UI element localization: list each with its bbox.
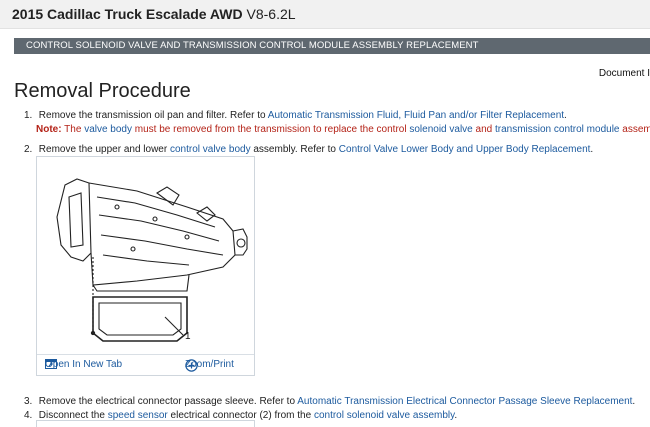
note-text: The	[64, 124, 82, 135]
step-number: 4.	[24, 410, 33, 421]
step-end: .	[590, 144, 594, 155]
vehicle-name: 2015 Cadillac Truck Escalade AWD	[12, 6, 243, 22]
section-heading: Removal Procedure	[14, 80, 191, 102]
bolt	[130, 246, 136, 252]
solenoid-valve-assembly-link[interactable]: control solenoid valve assembly	[314, 410, 454, 421]
step-end: .	[564, 110, 567, 121]
bolt	[114, 204, 120, 210]
zoom-print-button[interactable]: Zoom/Print	[185, 359, 234, 372]
step-2: 2. Remove the upper and lower control va…	[24, 144, 593, 156]
transmission-figure: 1 Open In New Tab Zoom/Print	[36, 156, 255, 376]
connector-sleeve-link[interactable]: Automatic Transmission Electrical Connec…	[297, 396, 632, 407]
case-boss	[196, 206, 216, 222]
document-header: 2015 Cadillac Truck Escalade AWD V8-6.2L	[0, 0, 650, 29]
control-valve-replacement-link[interactable]: Control Valve Lower Body and Upper Body …	[339, 144, 591, 155]
fluid-pan-filter-link[interactable]: Automatic Transmission Fluid, Fluid Pan …	[268, 110, 564, 121]
step-3: 3. Remove the electrical connector passa…	[24, 396, 635, 408]
callout-leader	[164, 316, 184, 336]
step-number: 2.	[24, 144, 33, 155]
case-ridge-4	[102, 254, 190, 266]
solenoid-valve-link[interactable]: solenoid valve	[409, 124, 472, 135]
procedure-title: CONTROL SOLENOID VALVE AND TRANSMISSION …	[26, 40, 479, 51]
output-shaft	[236, 238, 246, 248]
step-text: Remove the electrical connector passage …	[38, 396, 296, 407]
note-text: assembly.	[622, 124, 650, 135]
open-new-tab-button[interactable]: Open In New Tab	[45, 359, 122, 370]
step-number: 3.	[24, 396, 33, 407]
note-label: Note:	[36, 124, 62, 135]
bolt	[152, 216, 158, 222]
note-text: must be removed from the transmission to…	[134, 124, 407, 135]
case-ridge-1	[96, 196, 216, 228]
step-text: Remove the transmission oil pan and filt…	[38, 110, 266, 121]
bell-housing-shape	[56, 178, 92, 262]
document-id-label: Document I	[598, 68, 650, 79]
bell-housing-inner	[68, 192, 84, 248]
engine-spec: V8-6.2L	[246, 6, 296, 22]
drain-plug	[90, 330, 96, 336]
figure-toolbar: Open In New Tab Zoom/Print	[37, 354, 254, 375]
case-ridge-3	[100, 234, 224, 256]
case-boss	[156, 186, 180, 206]
vehicle-title: 2015 Cadillac Truck Escalade AWD V8-6.2L	[12, 6, 296, 22]
step-text: Remove the upper and lower	[38, 144, 168, 155]
main-case-outline	[88, 182, 236, 286]
zoom-icon	[185, 359, 198, 372]
step-end: .	[632, 396, 636, 407]
bolt	[184, 234, 190, 240]
step-end: .	[454, 410, 458, 421]
oil-pan-inner	[98, 302, 182, 336]
valve-body-link[interactable]: valve body	[84, 124, 132, 135]
step-text: assembly. Refer to	[253, 144, 336, 155]
note-text: and	[475, 124, 493, 135]
open-tab-icon	[45, 359, 57, 369]
control-valve-body-link[interactable]: control valve body	[170, 144, 251, 155]
procedure-banner: CONTROL SOLENOID VALVE AND TRANSMISSION …	[14, 38, 650, 54]
step-1-note: Note: The valve body must be removed fro…	[36, 124, 650, 135]
callout-number: 1	[185, 331, 191, 342]
pan-rail	[92, 274, 190, 292]
step-number: 1.	[24, 110, 33, 121]
transmission-illustration: 1	[56, 178, 248, 342]
tcm-link[interactable]: transmission control module	[495, 124, 620, 135]
step-1: 1. Remove the transmission oil pan and f…	[24, 110, 567, 122]
